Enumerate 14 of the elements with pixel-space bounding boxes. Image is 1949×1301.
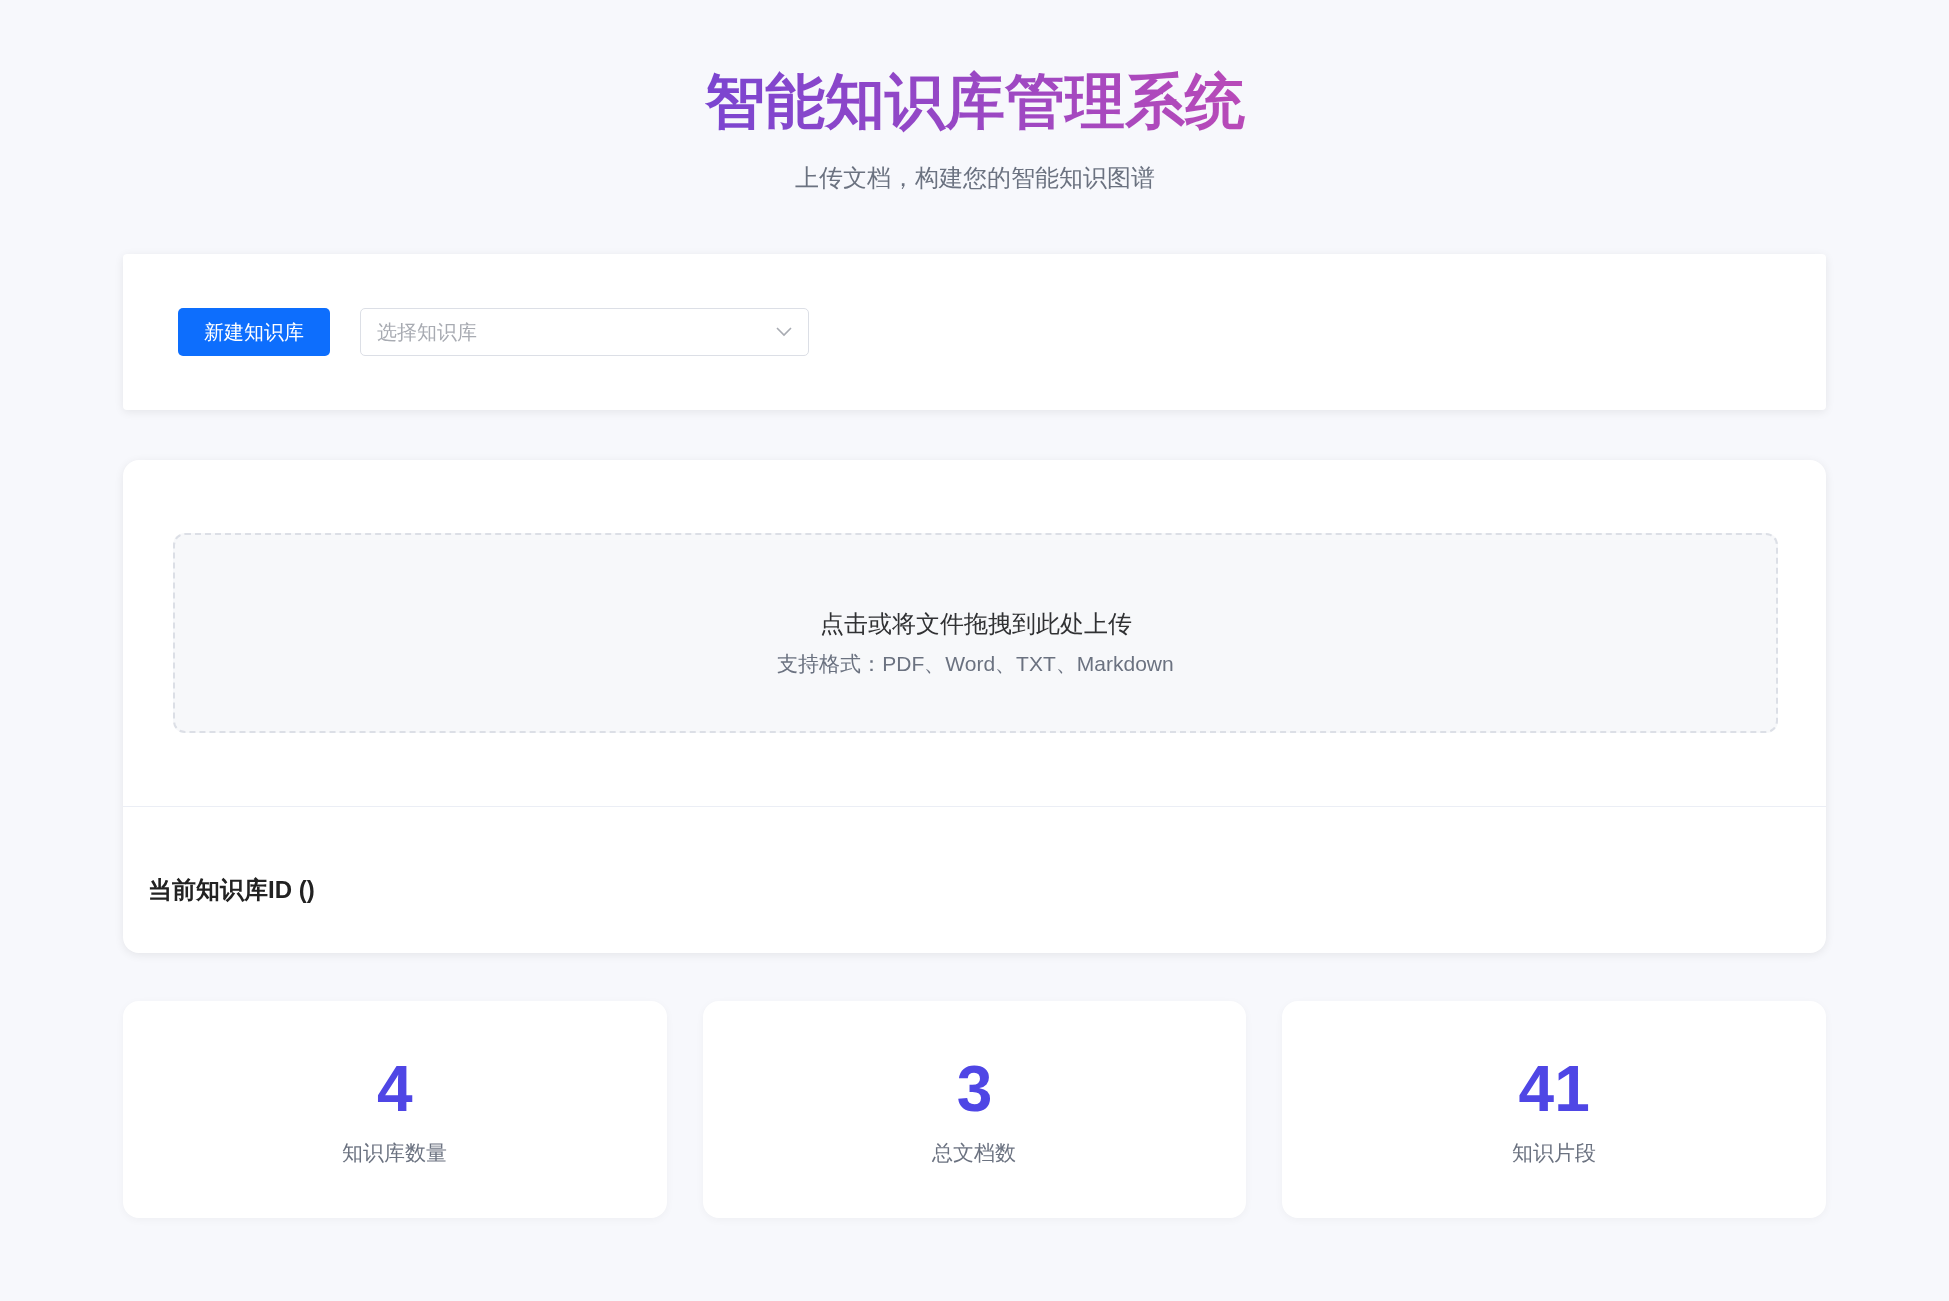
upload-prompt: 点击或将文件拖拽到此处上传 bbox=[819, 609, 1132, 639]
upload-dropzone[interactable]: 点击或将文件拖拽到此处上传 支持格式：PDF、Word、TXT、Markdown bbox=[173, 533, 1778, 733]
stat-value: 3 bbox=[956, 1052, 993, 1125]
new-knowledge-base-button[interactable]: 新建知识库 bbox=[178, 308, 330, 356]
stat-label: 知识库数量 bbox=[342, 1139, 448, 1166]
chevron-down-icon bbox=[776, 327, 792, 337]
upload-format-hint: 支持格式：PDF、Word、TXT、Markdown bbox=[777, 651, 1174, 677]
current-knowledge-base-label: 当前知识库ID () bbox=[148, 875, 316, 905]
stat-label: 知识片段 bbox=[1512, 1139, 1597, 1166]
knowledge-base-select[interactable]: 选择知识库 bbox=[360, 308, 809, 356]
stat-value: 4 bbox=[377, 1052, 413, 1125]
stat-value: 41 bbox=[1518, 1052, 1590, 1125]
page-subtitle: 上传文档，构建您的智能知识图谱 bbox=[794, 163, 1155, 193]
stat-label: 总文档数 bbox=[932, 1139, 1017, 1166]
